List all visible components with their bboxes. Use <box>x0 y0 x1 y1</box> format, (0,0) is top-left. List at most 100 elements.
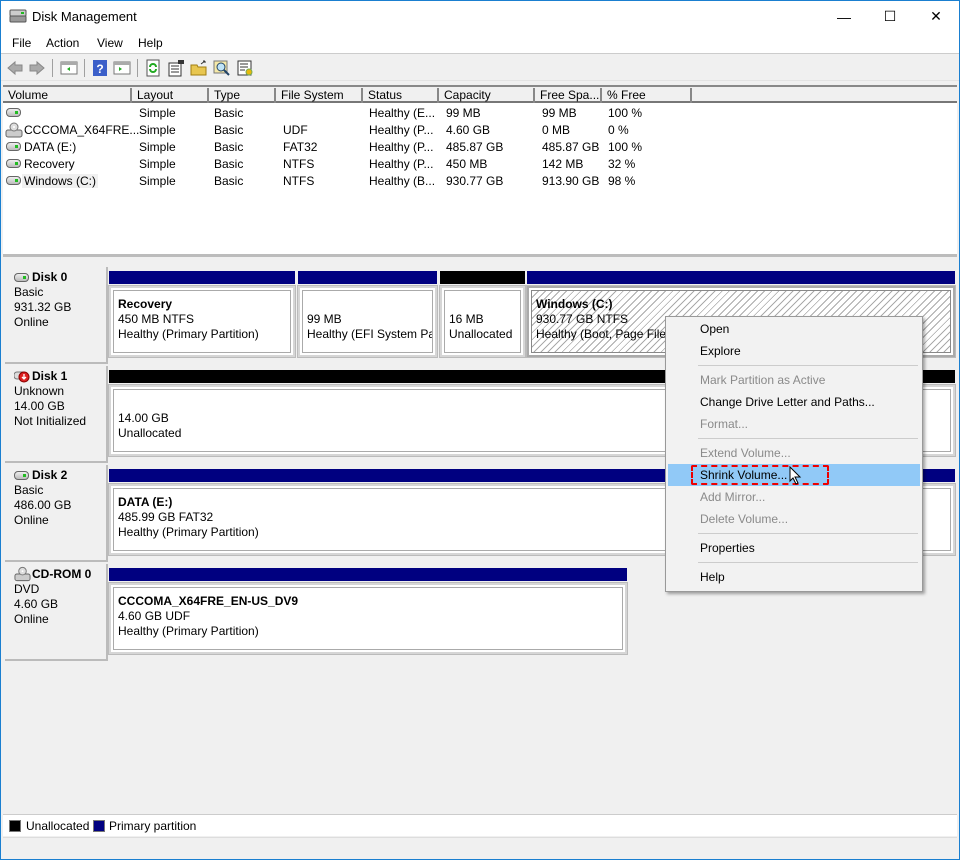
menu-view[interactable]: View <box>97 36 123 50</box>
drive-icon <box>6 108 21 117</box>
menu-item-help[interactable]: Help <box>668 566 920 588</box>
volume-type: Basic <box>214 140 244 154</box>
volume-capacity: 485.87 GB <box>446 140 504 154</box>
column-header-file-system[interactable]: File System <box>276 88 363 103</box>
volume-status: Healthy (E... <box>369 106 436 120</box>
context-menu: Open Explore Mark Partition as Active Ch… <box>665 316 923 592</box>
show-hide-console-tree-icon[interactable] <box>60 59 78 77</box>
mouse-cursor-icon <box>789 466 802 485</box>
menu-item-delete-volume[interactable]: Delete Volume... <box>668 508 920 530</box>
open-vhd-icon[interactable] <box>190 59 208 77</box>
partition-title: CCCOMA_X64FRE_EN-US_DV9 <box>118 594 299 608</box>
show-hide-action-pane-icon[interactable] <box>113 59 131 77</box>
partition-size: 450 MB NTFS <box>118 312 195 326</box>
volume-free: 142 MB <box>542 157 584 171</box>
volume-name: Windows (C:) <box>22 174 99 188</box>
disk-name: Disk 0 <box>32 270 68 284</box>
menu-item-extend-volume[interactable]: Extend Volume... <box>668 442 920 464</box>
partition-status: Unallocated <box>449 327 513 341</box>
menu-item-mark-active[interactable]: Mark Partition as Active <box>668 369 920 391</box>
drive-icon <box>6 176 21 185</box>
partition-status: Healthy (EFI System Part <box>307 327 433 341</box>
volume-row[interactable]: Recovery Simple Basic NTFS Healthy (P...… <box>3 156 957 173</box>
partition-title: Windows (C:) <box>536 297 613 311</box>
search-icon[interactable] <box>213 59 231 77</box>
disk-name: CD-ROM 0 <box>32 567 92 581</box>
partition-size: 16 MB <box>449 312 484 326</box>
forward-icon[interactable] <box>28 59 46 77</box>
column-header-capacity[interactable]: Capacity <box>439 88 535 103</box>
close-button[interactable]: ✕ <box>913 1 959 32</box>
partition-efi[interactable]: 99 MB Healthy (EFI System Part <box>297 271 438 358</box>
primary-partition-bar <box>527 271 955 284</box>
drive-icon <box>14 471 29 480</box>
volume-row[interactable]: Simple Basic Healthy (E... 99 MB 99 MB 1… <box>3 105 957 122</box>
disk-management-app-icon <box>9 9 27 23</box>
primary-partition-bar <box>298 271 437 284</box>
disk-type: DVD <box>14 582 40 596</box>
volume-fs: FAT32 <box>283 140 318 154</box>
partition-cdrom[interactable]: CCCOMA_X64FRE_EN-US_DV9 4.60 GB UDF Heal… <box>108 568 628 655</box>
menu-item-add-mirror[interactable]: Add Mirror... <box>668 486 920 508</box>
volume-row[interactable]: DATA (E:) Simple Basic FAT32 Healthy (P.… <box>3 139 957 156</box>
minimize-button[interactable]: — <box>821 1 867 32</box>
disk-size: 931.32 GB <box>14 300 72 314</box>
rescan-disks-icon[interactable] <box>167 59 185 77</box>
menu-action[interactable]: Action <box>46 36 79 50</box>
help-icon[interactable]: ? <box>91 59 109 77</box>
unallocated-bar <box>440 271 525 284</box>
volume-row[interactable]: CCCOMA_X64FRE... Simple Basic UDF Health… <box>3 122 957 139</box>
volume-row-selected[interactable]: Windows (C:) Simple Basic NTFS Healthy (… <box>3 173 957 190</box>
volume-type: Basic <box>214 174 244 188</box>
partition-unallocated[interactable]: 16 MB Unallocated <box>439 271 526 358</box>
partition-size: 99 MB <box>307 312 342 326</box>
volume-status: Healthy (P... <box>369 157 434 171</box>
menu-item-open[interactable]: Open <box>668 318 920 340</box>
volume-capacity: 99 MB <box>446 106 481 120</box>
partition-title: Recovery <box>118 297 173 311</box>
menu-item-properties[interactable]: Properties <box>668 537 920 559</box>
column-header-percent-free[interactable]: % Free <box>602 88 692 103</box>
cdrom-0-label[interactable]: CD-ROM 0 DVD 4.60 GB Online <box>5 564 108 661</box>
properties-icon[interactable] <box>236 59 254 77</box>
column-header-free-space[interactable]: Free Spa... <box>535 88 602 103</box>
partition-recovery[interactable]: Recovery 450 MB NTFS Healthy (Primary Pa… <box>108 271 296 358</box>
volume-type: Basic <box>214 106 244 120</box>
highlight-annotation <box>691 465 829 485</box>
partition-size: 4.60 GB UDF <box>118 609 191 623</box>
column-header-volume[interactable]: Volume <box>3 88 132 103</box>
column-header-status[interactable]: Status <box>363 88 439 103</box>
legend-label-unallocated: Unallocated <box>26 819 90 833</box>
status-bar <box>3 837 957 859</box>
volume-capacity: 4.60 GB <box>446 123 491 137</box>
disk-1-label[interactable]: Disk 1 Unknown 14.00 GB Not Initialized <box>5 366 108 463</box>
disk-status: Online <box>14 612 49 626</box>
cdrom-icon <box>14 566 31 582</box>
volume-fs: NTFS <box>283 157 315 171</box>
volume-status: Healthy (B... <box>369 174 436 188</box>
menu-item-explore[interactable]: Explore <box>668 340 920 362</box>
volume-capacity: 930.77 GB <box>446 174 504 188</box>
volume-layout: Simple <box>139 174 176 188</box>
menu-item-format[interactable]: Format... <box>668 413 920 435</box>
maximize-button[interactable]: ☐ <box>867 1 913 32</box>
column-header-layout[interactable]: Layout <box>132 88 209 103</box>
back-icon[interactable] <box>6 59 24 77</box>
menu-file[interactable]: File <box>12 36 31 50</box>
volume-pct-free: 100 % <box>608 140 643 154</box>
partition-status: Healthy (Primary Partition) <box>118 624 259 638</box>
disk-type: Unknown <box>14 384 65 398</box>
disk-size: 486.00 GB <box>14 498 72 512</box>
column-header-type[interactable]: Type <box>209 88 276 103</box>
drive-icon <box>6 142 21 151</box>
partition-status: Healthy (Primary Partition) <box>118 327 259 341</box>
disk-2-label[interactable]: Disk 2 Basic 486.00 GB Online <box>5 465 108 562</box>
disk-status: Online <box>14 513 49 527</box>
refresh-icon[interactable] <box>144 59 162 77</box>
disk-size: 4.60 GB <box>14 597 59 611</box>
disk-0-label[interactable]: Disk 0 Basic 931.32 GB Online <box>5 267 108 364</box>
menu-item-change-drive-letter[interactable]: Change Drive Letter and Paths... <box>668 391 920 413</box>
volume-status: Healthy (P... <box>369 140 434 154</box>
menu-help[interactable]: Help <box>138 36 163 50</box>
window-title: Disk Management <box>32 9 137 24</box>
